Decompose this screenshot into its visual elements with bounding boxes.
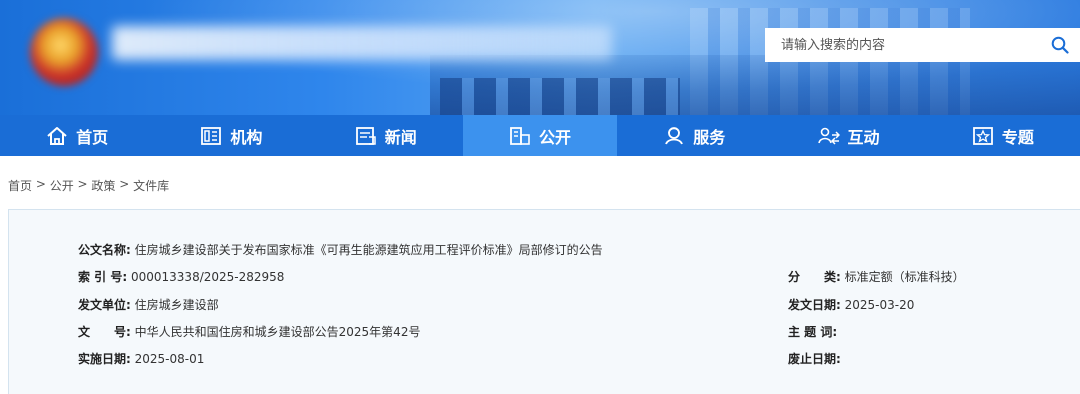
- nav-label-service: 服务: [693, 127, 726, 147]
- org-icon: [201, 126, 222, 145]
- doc-expiry-label: 废止日期:: [788, 352, 841, 366]
- breadcrumb-open[interactable]: 公开: [50, 177, 74, 194]
- nav-item-news[interactable]: 新闻: [309, 115, 463, 156]
- nav-label-open: 公开: [538, 127, 571, 147]
- doc-number-value: 中华人民共和国住房和城乡建设部公告2025年第42号: [134, 325, 421, 339]
- header-banner: [0, 0, 1080, 115]
- page: 首页 机构 新闻: [0, 0, 1080, 394]
- breadcrumb: 首页 > 公开 > 政策 > 文件库: [8, 177, 169, 194]
- nav-label-news: 新闻: [384, 127, 417, 147]
- search-icon: [1051, 36, 1069, 54]
- home-icon: [47, 126, 67, 145]
- doc-effective-value: 2025-08-01: [134, 352, 205, 366]
- banner-building-front: [440, 78, 680, 115]
- nav-item-org[interactable]: 机构: [154, 115, 308, 156]
- news-icon: [355, 126, 376, 145]
- topic-icon: [972, 126, 993, 145]
- nav-item-open[interactable]: 公开: [462, 115, 618, 156]
- doc-title-row: 公文名称: 住房城乡建设部关于发布国家标准《可再生能源建筑应用工程评价标准》局部…: [78, 241, 603, 258]
- doc-issuer-row: 发文单位: 住房城乡建设部: [78, 296, 219, 313]
- doc-date-value: 2025-03-20: [844, 298, 915, 312]
- doc-category-label: 分 类:: [788, 270, 841, 284]
- nav-label-home: 首页: [76, 127, 109, 147]
- national-emblem-icon[interactable]: [30, 18, 98, 86]
- doc-number-label: 文 号:: [78, 325, 131, 339]
- doc-index-label: 索 引 号:: [78, 270, 128, 284]
- doc-category-value: 标准定额（标准科技）: [844, 270, 965, 284]
- doc-effective-row: 实施日期: 2025-08-01: [78, 350, 204, 367]
- nav-label-org: 机构: [230, 127, 263, 147]
- nav-item-interact[interactable]: 互动: [771, 115, 925, 156]
- doc-category-row: 分 类: 标准定额（标准科技）: [788, 268, 965, 285]
- search-input[interactable]: [765, 28, 1040, 62]
- nav-item-service[interactable]: 服务: [617, 115, 771, 156]
- nav-label-interact: 互动: [847, 127, 880, 147]
- breadcrumb-separator: >: [32, 177, 50, 191]
- doc-subject-row: 主 题 词:: [788, 323, 837, 340]
- doc-index-row: 索 引 号: 000013338/2025-282958: [78, 268, 284, 285]
- site-title-logo[interactable]: [112, 26, 612, 60]
- service-icon: [665, 126, 684, 144]
- breadcrumb-library[interactable]: 文件库: [133, 177, 169, 194]
- breadcrumb-separator: >: [115, 177, 134, 191]
- search-button[interactable]: [1040, 28, 1080, 62]
- doc-index-value: 000013338/2025-282958: [130, 270, 285, 284]
- nav-label-topic: 专题: [1001, 127, 1034, 147]
- doc-issuer-value: 住房城乡建设部: [134, 298, 219, 312]
- open-icon: [510, 126, 530, 145]
- breadcrumb-home[interactable]: 首页: [8, 177, 32, 194]
- nav-item-home[interactable]: 首页: [0, 115, 154, 156]
- doc-date-label: 发文日期:: [788, 298, 841, 312]
- search-box: [765, 28, 1080, 62]
- interact-icon: [817, 127, 840, 145]
- doc-title-value: 住房城乡建设部关于发布国家标准《可再生能源建筑应用工程评价标准》局部修订的公告: [134, 243, 603, 257]
- doc-title-label: 公文名称:: [78, 243, 131, 257]
- doc-effective-label: 实施日期:: [78, 352, 131, 366]
- doc-date-row: 发文日期: 2025-03-20: [788, 296, 914, 313]
- breadcrumb-separator: >: [73, 177, 92, 191]
- doc-expiry-row: 废止日期:: [788, 350, 841, 367]
- nav-item-topic[interactable]: 专题: [926, 115, 1080, 156]
- doc-subject-label: 主 题 词:: [788, 325, 838, 339]
- breadcrumb-policy[interactable]: 政策: [91, 177, 115, 194]
- doc-number-row: 文 号: 中华人民共和国住房和城乡建设部公告2025年第42号: [78, 323, 420, 340]
- doc-issuer-label: 发文单位:: [78, 298, 131, 312]
- main-nav: 首页 机构 新闻 公开 服务 互动 专题: [0, 115, 1080, 156]
